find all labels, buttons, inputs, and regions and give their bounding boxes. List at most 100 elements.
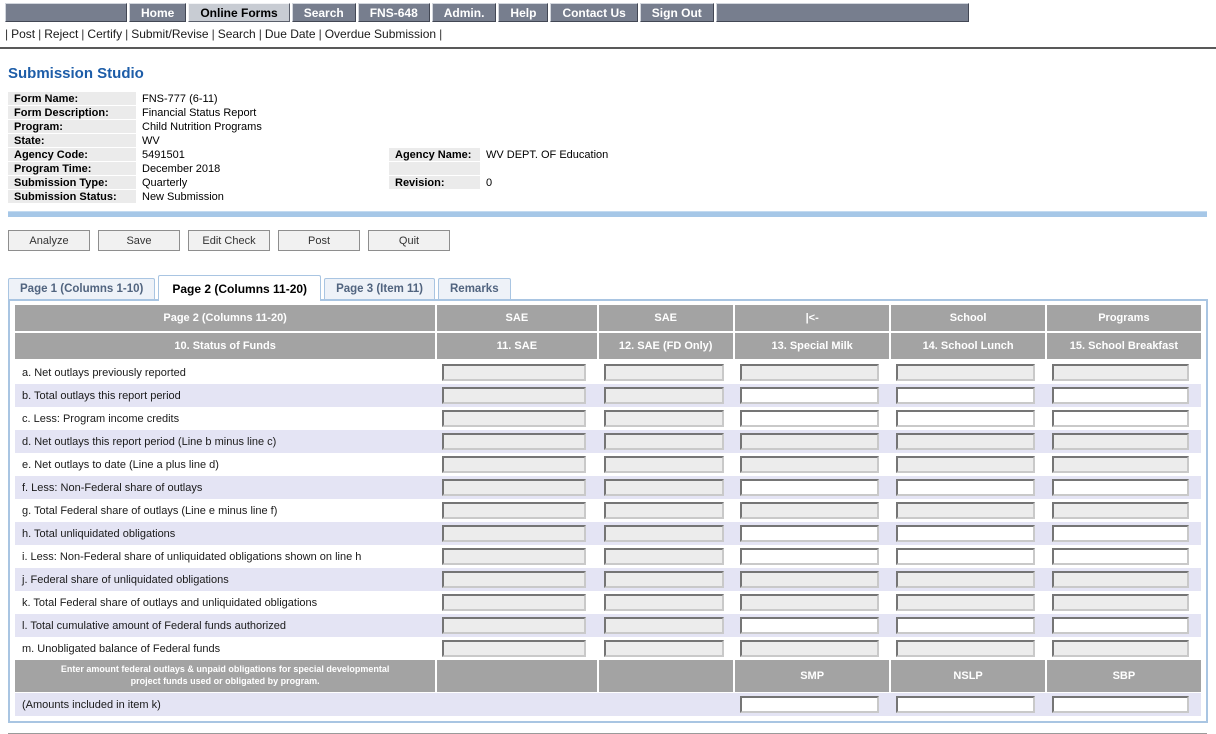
input-cell xyxy=(437,614,598,637)
input-k-11 xyxy=(442,594,586,611)
table-row-b: b. Total outlays this report period xyxy=(15,384,1201,407)
input-cell xyxy=(437,453,598,476)
form-info-label: Form Name: xyxy=(8,92,136,106)
tab-remarks[interactable]: Remarks xyxy=(438,278,511,299)
input-h-14[interactable] xyxy=(896,525,1034,542)
menu-item-search[interactable]: Search xyxy=(218,27,256,41)
nav-tab-contact-us[interactable]: Contact Us xyxy=(550,3,637,22)
menu-item-reject[interactable]: Reject xyxy=(44,27,78,41)
submission-menubar: |Post|Reject|Certify|Submit/Revise|Searc… xyxy=(0,22,1216,49)
input-f-14[interactable] xyxy=(896,479,1034,496)
input-e-11 xyxy=(442,456,586,473)
input-a-13 xyxy=(740,364,879,381)
menu-item-overdue-submission[interactable]: Overdue Submission xyxy=(325,27,436,41)
input-i-13[interactable] xyxy=(740,548,879,565)
input-g-15 xyxy=(1052,502,1189,519)
input-h-11 xyxy=(442,525,586,542)
input-cell xyxy=(1047,384,1201,407)
input-b-15[interactable] xyxy=(1052,387,1189,404)
special-col-header-nslp: NSLP xyxy=(891,660,1046,693)
input-i-14[interactable] xyxy=(896,548,1034,565)
input-cell xyxy=(735,499,892,522)
input-l-11 xyxy=(442,617,586,634)
input-f-11 xyxy=(442,479,586,496)
row-label: m. Unobligated balance of Federal funds xyxy=(15,637,437,660)
tab-page-1-columns-1-10[interactable]: Page 1 (Columns 1-10) xyxy=(8,278,155,299)
table-row-k: k. Total Federal share of outlays and un… xyxy=(15,591,1201,614)
input-c-12 xyxy=(604,410,724,427)
input-k-14 xyxy=(896,594,1034,611)
input-g-14 xyxy=(896,502,1034,519)
special-col-header-smp: SMP xyxy=(735,660,892,693)
menu-item-submit-revise[interactable]: Submit/Revise xyxy=(131,27,208,41)
form-info-label-right xyxy=(389,92,480,106)
input-k-13 xyxy=(740,594,879,611)
save-button[interactable]: Save xyxy=(98,230,180,251)
input-h-15[interactable] xyxy=(1052,525,1189,542)
analyze-button[interactable]: Analyze xyxy=(8,230,90,251)
input-b-14[interactable] xyxy=(896,387,1034,404)
special-funds-header-label: Enter amount federal outlays & unpaid ob… xyxy=(15,660,437,693)
row-label: d. Net outlays this report period (Line … xyxy=(15,430,437,453)
tab-page-2-columns-11-20[interactable]: Page 2 (Columns 11-20) xyxy=(158,275,321,301)
input-cell xyxy=(1047,545,1201,568)
nav-tab-fns-648[interactable]: FNS-648 xyxy=(358,3,430,22)
input-m-12 xyxy=(604,640,724,657)
table-row-d: d. Net outlays this report period (Line … xyxy=(15,430,1201,453)
form-info-label-right: Agency Name: xyxy=(389,148,480,162)
form-info-label: Form Description: xyxy=(8,106,136,120)
menu-separator: | xyxy=(316,27,325,41)
input-cell xyxy=(599,545,735,568)
input-cell xyxy=(437,499,598,522)
menu-item-post[interactable]: Post xyxy=(11,27,35,41)
input-cell xyxy=(1047,637,1201,660)
nav-tab-home[interactable]: Home xyxy=(129,3,186,22)
input-cell xyxy=(1047,614,1201,637)
input-f-13[interactable] xyxy=(740,479,879,496)
tab-page-3-item-11[interactable]: Page 3 (Item 11) xyxy=(324,278,435,299)
edit-check-button[interactable]: Edit Check xyxy=(188,230,270,251)
menu-item-certify[interactable]: Certify xyxy=(87,27,122,41)
nav-tab-help[interactable]: Help xyxy=(498,3,548,22)
input-c-14[interactable] xyxy=(896,410,1034,427)
input-cell xyxy=(437,361,598,384)
input-c-15[interactable] xyxy=(1052,410,1189,427)
form-info-value-right xyxy=(480,92,1207,106)
input-cell xyxy=(891,637,1046,660)
input-amounts-13[interactable] xyxy=(740,696,879,713)
input-b-11 xyxy=(442,387,586,404)
input-f-15[interactable] xyxy=(1052,479,1189,496)
input-h-13[interactable] xyxy=(740,525,879,542)
row-label: k. Total Federal share of outlays and un… xyxy=(15,591,437,614)
input-l-13[interactable] xyxy=(740,617,879,634)
input-cell xyxy=(437,568,598,591)
input-j-11 xyxy=(442,571,586,588)
input-i-12 xyxy=(604,548,724,565)
post-button[interactable]: Post xyxy=(278,230,360,251)
input-d-15 xyxy=(1052,433,1189,450)
input-l-14[interactable] xyxy=(896,617,1034,634)
table-head: Page 2 (Columns 11-20)SAESAE|<-SchoolPro… xyxy=(15,305,1201,361)
input-c-13[interactable] xyxy=(740,410,879,427)
nav-tab-online-forms[interactable]: Online Forms xyxy=(188,3,289,22)
input-cell xyxy=(1047,591,1201,614)
input-i-15[interactable] xyxy=(1052,548,1189,565)
input-cell xyxy=(599,407,735,430)
input-a-11 xyxy=(442,364,586,381)
nav-tab-admin[interactable]: Admin. xyxy=(432,3,497,22)
input-b-13[interactable] xyxy=(740,387,879,404)
input-amounts-15[interactable] xyxy=(1052,696,1189,713)
input-l-15[interactable] xyxy=(1052,617,1189,634)
nav-tab-sign-out[interactable]: Sign Out xyxy=(640,3,714,22)
input-g-11 xyxy=(442,502,586,519)
input-amounts-14[interactable] xyxy=(896,696,1034,713)
input-cell xyxy=(735,476,892,499)
quit-button[interactable]: Quit xyxy=(368,230,450,251)
menu-separator: | xyxy=(122,27,131,41)
menu-item-due-date[interactable]: Due Date xyxy=(265,27,316,41)
input-k-15 xyxy=(1052,594,1189,611)
action-toolbar: Analyze Save Edit Check Post Quit xyxy=(8,230,1216,251)
form-info-label-right xyxy=(389,190,480,204)
nav-tab-search[interactable]: Search xyxy=(292,3,356,22)
input-cell xyxy=(1047,693,1201,716)
